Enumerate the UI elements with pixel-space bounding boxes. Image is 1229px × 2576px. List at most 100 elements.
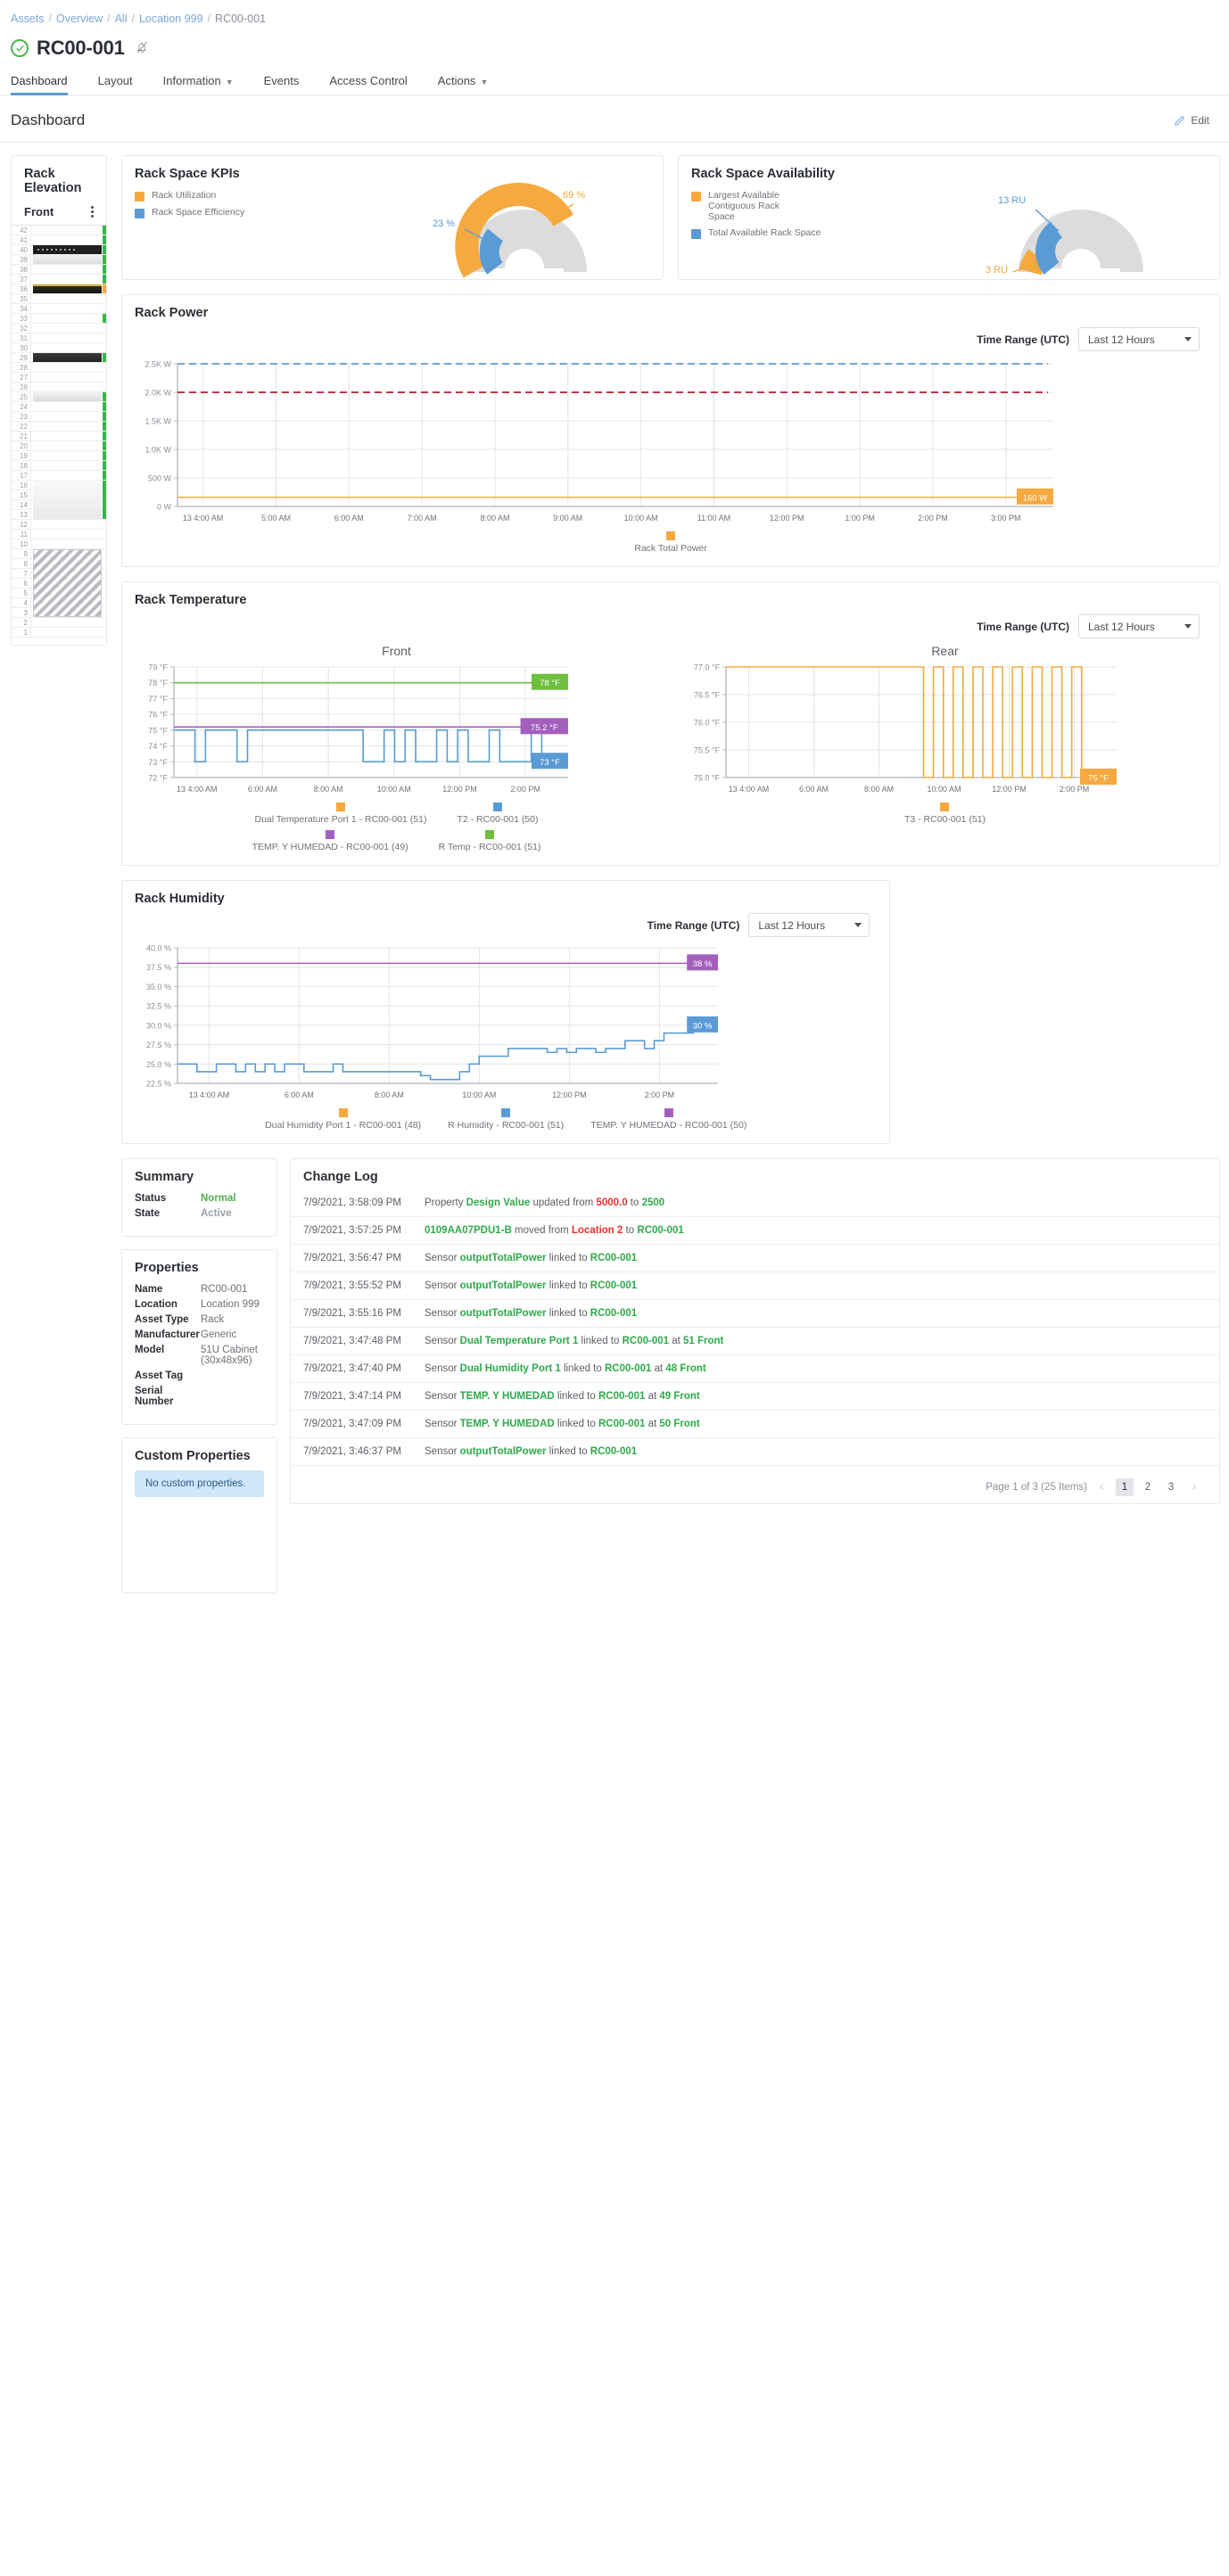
rack-unit-row[interactable]: 42	[12, 226, 106, 235]
rack-device[interactable]	[33, 315, 104, 322]
rack-unit-slot[interactable]	[31, 628, 106, 637]
rack-unit-slot[interactable]	[31, 373, 106, 382]
rack-unit-row[interactable]: 33	[12, 314, 106, 324]
kebab-menu-icon[interactable]	[87, 204, 97, 219]
rack-device[interactable]	[33, 236, 104, 243]
rack-unit-slot[interactable]	[31, 549, 106, 617]
rack-unit-row[interactable]: 23	[12, 412, 106, 422]
breadcrumb-all[interactable]: All	[115, 12, 128, 25]
tab-actions[interactable]: Actions ▼	[438, 70, 503, 95]
rack-device[interactable]	[33, 481, 102, 519]
rack-unit-slot[interactable]	[31, 255, 106, 264]
rack-unit-row[interactable]: 18	[12, 461, 106, 471]
rack-unit-slot[interactable]	[31, 245, 106, 254]
rack-unit-row[interactable]: 16	[12, 481, 106, 519]
tab-events[interactable]: Events	[264, 70, 314, 95]
tab-access-control[interactable]: Access Control	[329, 70, 421, 95]
rack-device[interactable]	[33, 413, 104, 420]
breadcrumb-location[interactable]: Location 999	[139, 12, 203, 25]
rack-unit-row[interactable]: 22	[12, 422, 106, 432]
rack-unit-row[interactable]: 19	[12, 451, 106, 461]
rack-unit-slot[interactable]	[31, 618, 106, 627]
rack-unit-row[interactable]: 20	[12, 441, 106, 451]
tab-layout[interactable]: Layout	[98, 70, 147, 95]
rack-unit-row[interactable]: 2	[12, 618, 106, 628]
rack-unit-slot[interactable]	[31, 481, 106, 519]
chevron-left-icon[interactable]: ‹	[1093, 1478, 1110, 1496]
rack-unit-row[interactable]: 10	[12, 539, 106, 549]
rack-unit-slot[interactable]	[31, 412, 106, 421]
page-3-button[interactable]: 3	[1162, 1478, 1180, 1496]
rack-device[interactable]	[33, 452, 104, 459]
rack-unit-slot[interactable]	[31, 392, 106, 401]
rack-unit-slot[interactable]	[31, 422, 106, 431]
rack-unit-slot[interactable]	[31, 294, 106, 303]
time-range-select[interactable]: Last 12 Hours	[748, 913, 870, 937]
rack-device[interactable]	[33, 276, 104, 283]
rack-unit-row[interactable]: 28	[12, 363, 106, 373]
rack-unit-slot[interactable]	[31, 275, 106, 284]
rack-device[interactable]	[33, 245, 102, 254]
breadcrumb-assets[interactable]: Assets	[11, 12, 45, 25]
rack-unit-row[interactable]: 17	[12, 471, 106, 481]
tab-information[interactable]: Information ▼	[163, 70, 248, 95]
time-range-select[interactable]: Last 12 Hours	[1078, 614, 1200, 638]
rack-unit-row[interactable]: 37	[12, 275, 106, 284]
page-2-button[interactable]: 2	[1139, 1478, 1157, 1496]
rack-device[interactable]	[33, 462, 104, 469]
rack-unit-row[interactable]: 30	[12, 343, 106, 353]
rack-unit-row[interactable]: 12	[12, 520, 106, 530]
rack-device[interactable]	[33, 403, 104, 410]
rack-unit-slot[interactable]	[31, 333, 106, 342]
rack-unit-slot[interactable]	[31, 363, 106, 372]
rack-unit-row[interactable]: 40	[12, 245, 106, 255]
rack-device[interactable]	[33, 423, 104, 430]
rack-unit-slot[interactable]	[31, 383, 106, 391]
rack-unit-slot[interactable]	[31, 539, 106, 548]
rack-device[interactable]	[33, 442, 104, 449]
tab-dashboard[interactable]: Dashboard	[11, 70, 82, 95]
rack-unit-row[interactable]: 1	[12, 628, 106, 638]
rack-unit-slot[interactable]	[31, 226, 106, 235]
rack-device[interactable]	[33, 226, 104, 234]
bell-slash-icon[interactable]	[136, 40, 149, 57]
rack-device[interactable]	[33, 549, 102, 617]
rack-unit-slot[interactable]	[31, 461, 106, 470]
time-range-select[interactable]: Last 12 Hours	[1078, 327, 1200, 351]
rack-unit-row[interactable]: 35	[12, 294, 106, 304]
rack-unit-row[interactable]: 38	[12, 265, 106, 275]
page-1-button[interactable]: 1	[1116, 1478, 1134, 1496]
rack-unit-row[interactable]: 29	[12, 353, 106, 363]
breadcrumb-overview[interactable]: Overview	[56, 12, 103, 25]
rack-unit-row[interactable]: 9	[12, 549, 106, 617]
rack-unit-slot[interactable]	[31, 343, 106, 352]
rack-unit-slot[interactable]	[31, 471, 106, 480]
rack-unit-slot[interactable]	[31, 432, 106, 440]
rack-unit-row[interactable]: 26	[12, 383, 106, 392]
rack-unit-grid[interactable]: 42 41 40 39 38 37 36 35 34 33 32 31 30 29 28 27 26 25 24 23…	[12, 225, 106, 638]
rack-unit-row[interactable]: 11	[12, 530, 106, 539]
rack-unit-row[interactable]: 39	[12, 255, 106, 265]
rack-unit-row[interactable]: 41	[12, 235, 106, 245]
rack-device[interactable]	[33, 255, 102, 264]
rack-device[interactable]	[33, 353, 102, 362]
rack-device[interactable]	[33, 432, 104, 440]
rack-device[interactable]	[33, 266, 104, 273]
rack-unit-slot[interactable]	[31, 530, 106, 539]
rack-unit-slot[interactable]	[31, 324, 106, 333]
chevron-right-icon[interactable]: ›	[1185, 1478, 1203, 1496]
rack-unit-row[interactable]: 34	[12, 304, 106, 314]
rack-unit-slot[interactable]	[31, 314, 106, 323]
rack-device[interactable]	[33, 392, 102, 401]
rack-unit-slot[interactable]	[31, 353, 106, 362]
rack-unit-row[interactable]: 31	[12, 333, 106, 343]
rack-unit-slot[interactable]	[31, 402, 106, 411]
rack-device[interactable]	[33, 284, 102, 293]
rack-unit-slot[interactable]	[31, 265, 106, 274]
rack-unit-row[interactable]: 36	[12, 284, 106, 294]
rack-unit-slot[interactable]	[31, 304, 106, 313]
rack-unit-row[interactable]: 27	[12, 373, 106, 383]
edit-button[interactable]: Edit	[1174, 114, 1209, 127]
rack-unit-slot[interactable]	[31, 441, 106, 450]
rack-unit-slot[interactable]	[31, 520, 106, 529]
